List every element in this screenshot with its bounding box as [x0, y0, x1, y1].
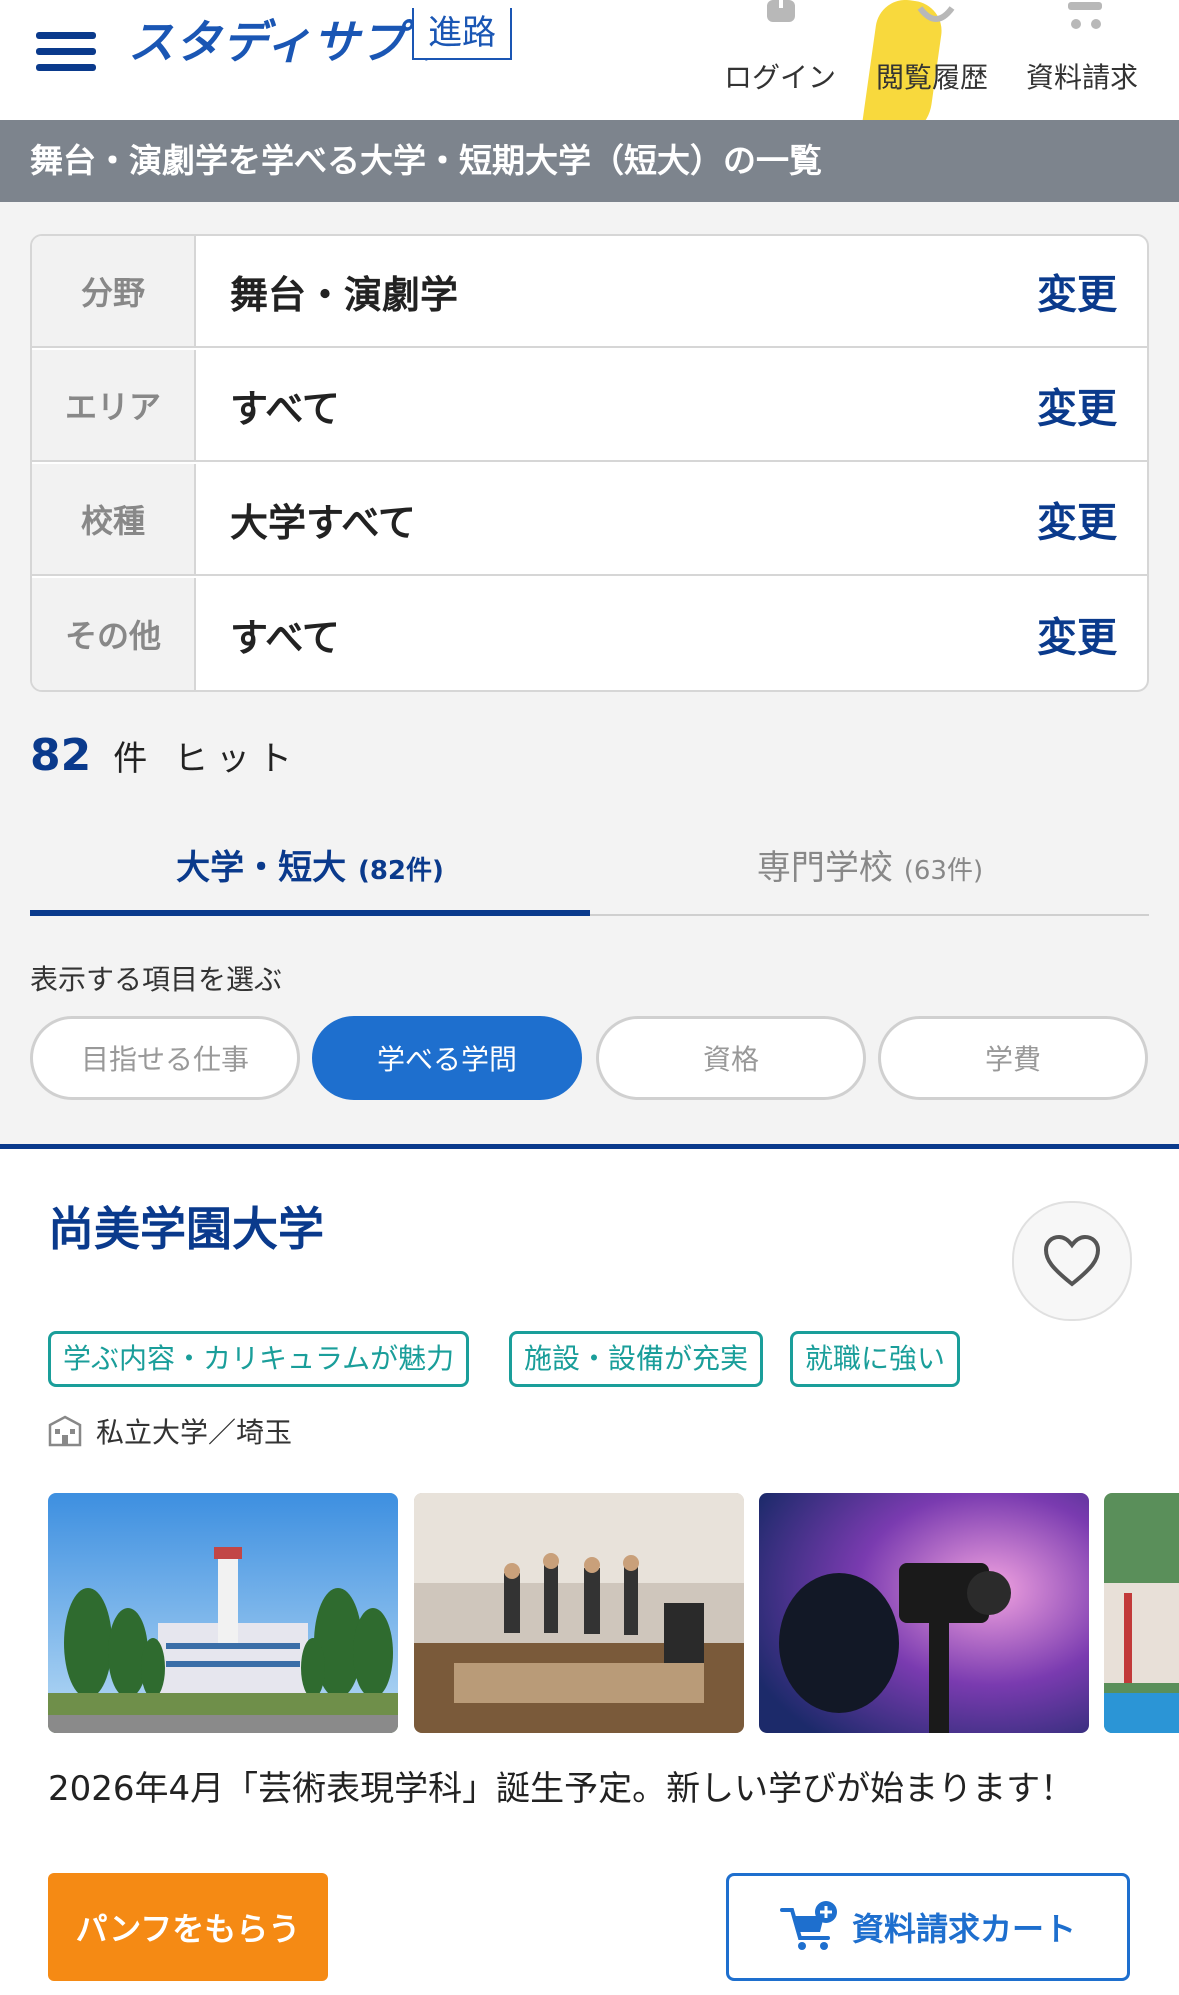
nav-login-label: ログイン: [724, 61, 837, 94]
favorite-button[interactable]: [1012, 1201, 1132, 1321]
filter-value: 大学すべて: [230, 500, 416, 545]
feature-tag: 就職に強い: [790, 1331, 961, 1387]
school-type-text: 私立大学／埼玉: [96, 1416, 293, 1449]
active-tab-indicator: [30, 910, 590, 916]
page-title: 舞台・演劇学を学べる大学・短期大学（短大）の一覧: [0, 120, 1179, 202]
filter-row-field: 分野 舞台・演劇学 変更: [32, 236, 1147, 348]
filter-row-area: エリア すべて 変更: [32, 350, 1147, 462]
pill-subjects[interactable]: 学べる学問: [312, 1016, 582, 1100]
pill-tuition[interactable]: 学費: [878, 1016, 1148, 1100]
feature-tag: 学ぶ内容・カリキュラムが魅力: [48, 1331, 470, 1387]
get-pamphlet-button[interactable]: パンフをもらう: [48, 1873, 328, 1981]
nav-request-label: 資料請求: [1026, 61, 1139, 94]
cart-button-label: 資料請求カート: [851, 1910, 1076, 1948]
logo-badge: 進路: [412, 8, 512, 60]
filter-value: すべて: [230, 386, 340, 431]
tab-label: 専門学校: [756, 848, 893, 888]
change-field-button[interactable]: 変更: [1037, 236, 1117, 346]
school-building-icon: [48, 1415, 82, 1447]
school-caption: 2026年4月「芸術表現学科」誕生予定。新しい学びが始まります！: [48, 1769, 1075, 1809]
pill-jobs[interactable]: 目指せる仕事: [30, 1016, 300, 1100]
menu-icon[interactable]: [36, 30, 96, 71]
cart-icon: [1068, 2, 1102, 29]
display-select-label: 表示する項目を選ぶ: [30, 963, 283, 996]
camera-photo[interactable]: [759, 1493, 1089, 1733]
filter-value: 舞台・演劇学: [230, 272, 459, 317]
filter-row-school-type: 校種 大学すべて 変更: [32, 464, 1147, 576]
feature-tag: 施設・設備が充実: [509, 1331, 764, 1387]
filter-key: 校種: [32, 464, 196, 574]
tab-university[interactable]: 大学・短大 (82件): [30, 820, 590, 916]
tab-count: (82件): [357, 856, 444, 886]
tab-label: 大学・短大: [176, 848, 347, 888]
school-name-link[interactable]: 尚美学園大学: [48, 1193, 324, 1259]
add-to-cart-button[interactable]: 資料請求カート: [726, 1873, 1130, 1981]
header: スタディサプリ 進路 ログイン 閲覧履歴 資料請求: [0, 0, 1179, 144]
heart-icon: [1043, 1234, 1101, 1287]
nav-request[interactable]: 資料請求: [1026, 0, 1146, 110]
tab-count: (63件): [903, 856, 984, 886]
pill-qualifications[interactable]: 資格: [596, 1016, 866, 1100]
extra-photo[interactable]: [1104, 1493, 1179, 1733]
school-card: 尚美学園大学 学ぶ内容・カリキュラムが魅力 施設・設備が充実 就職に強い 私立大…: [0, 1149, 1179, 1995]
filter-key: その他: [32, 578, 196, 690]
login-icon: [767, 0, 795, 22]
filter-row-other: その他 すべて 変更: [32, 578, 1147, 690]
tab-vocational[interactable]: 専門学校 (63件): [590, 820, 1150, 916]
nav-history-label: 閲覧履歴: [876, 61, 989, 94]
hit-count: 82 件 ヒット: [30, 730, 300, 781]
nav-history[interactable]: 閲覧履歴: [876, 0, 996, 110]
change-school-type-button[interactable]: 変更: [1037, 464, 1117, 574]
logo[interactable]: スタディサプリ: [128, 6, 454, 72]
filter-key: エリア: [32, 350, 196, 460]
history-icon: [917, 6, 955, 22]
nav-login[interactable]: ログイン: [724, 0, 844, 110]
filter-value: すべて: [230, 615, 340, 660]
hit-number: 82: [30, 730, 92, 781]
change-other-button[interactable]: 変更: [1037, 578, 1117, 690]
filter-table: 分野 舞台・演劇学 変更 エリア すべて 変更 校種 大学すべて 変更 その他 …: [30, 234, 1149, 692]
tab-divider: [590, 914, 1149, 916]
filter-key: 分野: [32, 236, 196, 346]
campus-photo[interactable]: [48, 1493, 398, 1733]
hit-unit: 件 ヒット: [113, 739, 301, 779]
studio-photo[interactable]: [414, 1493, 744, 1733]
school-type: 私立大学／埼玉: [48, 1411, 292, 1451]
cart-add-icon: [779, 1901, 837, 1950]
change-area-button[interactable]: 変更: [1037, 350, 1117, 460]
